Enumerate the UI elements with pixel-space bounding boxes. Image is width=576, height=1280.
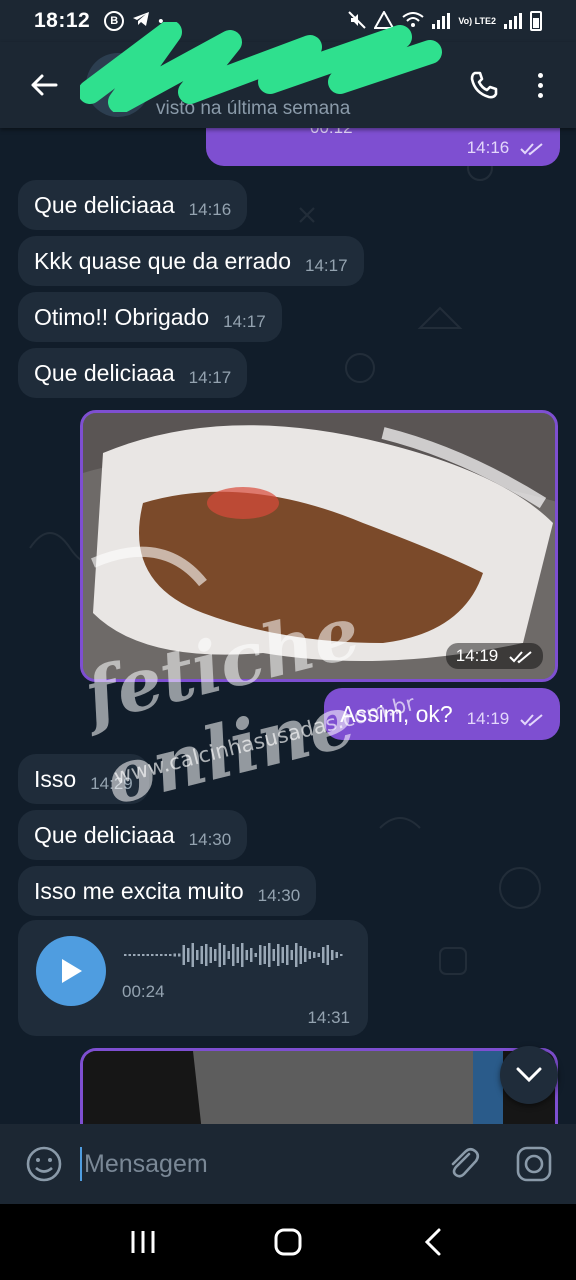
incoming-message[interactable]: Que deliciaaa 14:16: [18, 180, 248, 230]
more-menu-button[interactable]: [526, 63, 554, 107]
b-app-icon: B: [104, 11, 125, 31]
message-text: Kkk quase que da errado: [34, 247, 292, 274]
message-time: 14:16: [188, 200, 232, 219]
double-check-icon: [520, 713, 543, 726]
message-input[interactable]: Mensagem: [80, 1140, 442, 1188]
emoji-button[interactable]: [22, 1142, 66, 1186]
message-time: 14:17: [188, 368, 232, 387]
incoming-message[interactable]: Que deliciaaa 14:17: [18, 348, 248, 398]
play-button[interactable]: [36, 936, 106, 1006]
chevron-down-icon: [516, 1067, 542, 1083]
incoming-message[interactable]: Que deliciaaa 14:30: [18, 810, 248, 860]
photo-time: 14:19: [455, 646, 499, 665]
voice-duration: 00:24: [122, 982, 165, 1001]
back-nav-button[interactable]: [403, 1212, 463, 1272]
mute-icon: [348, 10, 367, 32]
double-check-icon: [509, 650, 532, 663]
incoming-message[interactable]: Kkk quase que da errado 14:17: [18, 236, 364, 286]
scroll-down-button[interactable]: [500, 1046, 558, 1104]
message-time: 14:17: [305, 256, 348, 275]
paperclip-icon: [451, 1147, 480, 1178]
signal-icon: [432, 13, 451, 29]
outgoing-photo[interactable]: 14:19: [80, 410, 558, 682]
voice-duration: 00:12: [310, 128, 353, 138]
incoming-voice-message[interactable]: 00:24 14:31: [18, 920, 368, 1036]
message-text: Que deliciaaa: [34, 191, 175, 218]
message-time: 14:29: [90, 774, 133, 793]
recents-icon: [131, 1231, 155, 1253]
message-text: Que deliciaaa: [34, 821, 175, 848]
double-check-icon: [520, 142, 543, 155]
message-input-bar: Mensagem: [0, 1124, 576, 1204]
chat-area[interactable]: 00:12 14:16 Que deliciaaa 14:16 Kkk quas…: [0, 128, 576, 1124]
message-text: Isso: [34, 765, 77, 792]
photo-image: [83, 413, 555, 679]
data-saver-icon: [373, 9, 396, 32]
home-icon: [274, 1228, 302, 1256]
message-text: Que deliciaaa: [34, 359, 175, 386]
outgoing-message[interactable]: Assim, ok? 14:19: [324, 688, 560, 740]
dot-icon: •: [158, 12, 164, 30]
telegram-icon: [132, 11, 150, 31]
message-time: 14:30: [257, 886, 301, 905]
smiley-icon: [26, 1146, 62, 1182]
message-time: 14:16: [466, 138, 510, 157]
recents-button[interactable]: [113, 1212, 173, 1272]
camera-icon: [516, 1146, 552, 1182]
system-nav-bar: [0, 1204, 576, 1280]
message-text: Otimo!! Obrigado: [34, 303, 210, 330]
chat-header: visto na última semana: [0, 42, 576, 128]
phone-icon: [470, 71, 498, 99]
call-button[interactable]: [462, 63, 506, 107]
message-time: 14:31: [307, 1008, 350, 1027]
back-button[interactable]: [22, 63, 66, 107]
message-text: Assim, ok?: [340, 700, 453, 727]
incoming-message[interactable]: Otimo!! Obrigado 14:17: [18, 292, 282, 342]
wifi-icon: [402, 11, 424, 31]
message-text: Isso me excita muito: [34, 877, 244, 904]
contact-avatar[interactable]: [86, 53, 150, 117]
contact-info[interactable]: visto na última semana: [156, 50, 462, 120]
text-caret: [80, 1147, 82, 1181]
message-placeholder: Mensagem: [84, 1149, 208, 1178]
battery-icon: [530, 11, 542, 31]
message-time: 14:19: [466, 709, 510, 728]
arrow-left-icon: [31, 74, 58, 96]
status-bar: 18:12 B • Vo) LTE2: [0, 0, 576, 42]
message-time: 14:17: [223, 312, 266, 331]
status-time: 18:12: [34, 9, 91, 32]
attach-button[interactable]: [442, 1142, 486, 1186]
home-button[interactable]: [258, 1212, 318, 1272]
message-time: 14:30: [188, 830, 232, 849]
signal-icon-2: [504, 13, 522, 29]
contact-status: visto na última semana: [156, 98, 351, 119]
waveform[interactable]: [124, 940, 348, 970]
outgoing-photo-partial[interactable]: [80, 1048, 558, 1124]
photo-image: [83, 1051, 555, 1124]
incoming-message[interactable]: Isso 14:29: [18, 754, 149, 804]
outgoing-voice-partial[interactable]: 00:12 14:16: [206, 128, 560, 166]
chevron-left-icon: [425, 1228, 441, 1256]
network-label: Vo) LTE2: [458, 15, 496, 26]
camera-button[interactable]: [512, 1142, 556, 1186]
incoming-message[interactable]: Isso me excita muito 14:30: [18, 866, 317, 916]
play-icon: [62, 959, 82, 983]
